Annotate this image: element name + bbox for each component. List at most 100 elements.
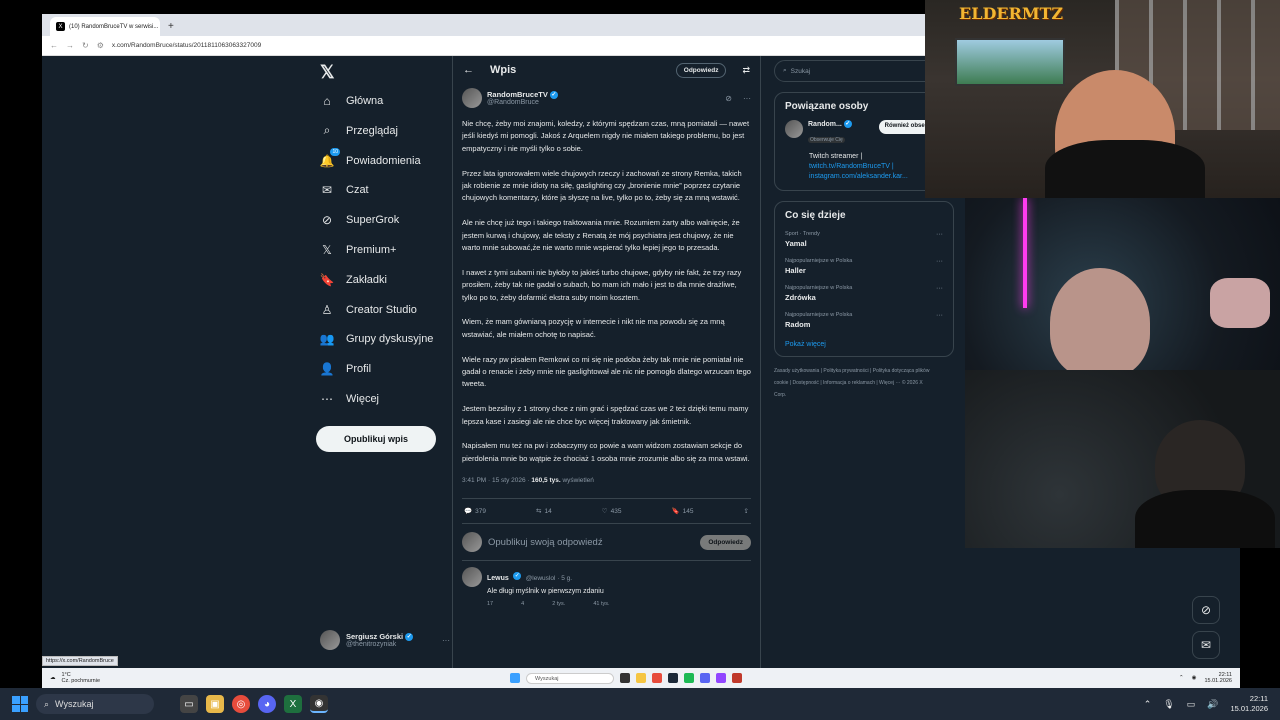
related-title: Powiązane osoby bbox=[785, 101, 869, 112]
nav-item-0[interactable]: ⌂ Główna bbox=[320, 94, 383, 108]
reply-retweets[interactable]: 4 bbox=[521, 601, 524, 607]
trend-name: Yamal bbox=[785, 239, 807, 248]
twitch-link[interactable]: twitch.tv/RandomBruceTV | bbox=[809, 162, 943, 172]
nav-item-7[interactable]: ♙ Creator Studio bbox=[320, 303, 417, 317]
search-placeholder: Szukaj bbox=[790, 67, 811, 75]
retweet-action[interactable]: ⇆ 14 bbox=[536, 507, 552, 516]
tweet-time[interactable]: 3:41 PM · 15 sty 2026 · bbox=[462, 477, 530, 484]
chrome-icon[interactable] bbox=[652, 673, 662, 683]
obs-icon[interactable] bbox=[732, 673, 742, 683]
instagram-link[interactable]: instagram.com/aleksander.kar... bbox=[809, 172, 943, 182]
excel-icon[interactable]: X bbox=[284, 695, 302, 713]
reply-input[interactable]: Opublikuj swoją odpowiedź bbox=[488, 537, 694, 548]
more-dots-icon[interactable]: ··· bbox=[936, 258, 943, 265]
more-dots-icon[interactable]: ··· bbox=[936, 312, 943, 319]
avatar[interactable] bbox=[462, 567, 482, 588]
reply-submit-button[interactable]: Odpowiedz bbox=[700, 534, 751, 550]
avatar[interactable] bbox=[462, 88, 482, 108]
reload-icon[interactable]: ↻ bbox=[82, 41, 89, 50]
reply-author-handle[interactable]: @lewuslol · 5 g. bbox=[526, 575, 572, 582]
tray-chevron-icon[interactable]: ⌃ bbox=[1144, 699, 1152, 710]
tweet-paragraph: Wiem, że mam gównianą pozycję w internec… bbox=[462, 317, 725, 339]
reply-views[interactable]: 41 tys. bbox=[593, 601, 609, 607]
nav-item-5[interactable]: 𝕏 Premium+ bbox=[320, 243, 396, 257]
back-arrow-icon[interactable]: ← bbox=[463, 64, 474, 76]
twitch-icon[interactable] bbox=[716, 673, 726, 683]
reply-author-name[interactable]: Lewus bbox=[487, 575, 509, 582]
inner-clock-date[interactable]: 15.01.2026 bbox=[1204, 678, 1232, 684]
author-handle[interactable]: @RandomBruce bbox=[487, 99, 558, 106]
trend-item[interactable]: Najpopularniejsze w Polska Zdrówka ··· bbox=[785, 285, 943, 302]
chrome-icon[interactable]: ◎ bbox=[232, 695, 250, 713]
trend-item[interactable]: Najpopularniejsze w Polska Radom ··· bbox=[785, 312, 943, 329]
reply-likes[interactable]: 2 tys. bbox=[552, 601, 565, 607]
nav-item-10[interactable]: ⋯ Więcej bbox=[320, 392, 379, 406]
nav-item-1[interactable]: ⌕ Przeglądaj bbox=[320, 123, 398, 138]
reply-actions: 17 4 2 tys. 41 tys. bbox=[487, 601, 751, 607]
messages-float-button[interactable]: ✉ bbox=[1192, 631, 1220, 659]
related-person[interactable]: Random... ✓ Obserwuje Cię Również obserw… bbox=[785, 120, 943, 146]
taskbar-search[interactable]: ⌕ Wyszukaj bbox=[36, 694, 154, 714]
account-switcher[interactable]: Sergiusz Górski ✓ @thenitrozyniak ··· bbox=[320, 630, 450, 650]
volume-icon[interactable]: 🔊 bbox=[1207, 699, 1218, 710]
nav-item-2[interactable]: 🔔 10 Powiadomienia bbox=[320, 147, 421, 168]
more-dots-icon[interactable]: ··· bbox=[743, 94, 751, 103]
person-name[interactable]: Random... bbox=[808, 121, 842, 128]
nav-item-3[interactable]: ✉ Czat bbox=[320, 183, 369, 197]
microphone-icon[interactable]: 🎙 bbox=[1163, 699, 1174, 710]
footer-links[interactable]: Zasady użytkowania | Polityka prywatnośc… bbox=[774, 365, 954, 401]
more-dots-icon[interactable]: ··· bbox=[936, 231, 943, 238]
show-more-link[interactable]: Pokaż więcej bbox=[785, 341, 943, 348]
reply-action[interactable]: 💬 379 bbox=[464, 507, 486, 516]
site-info-icon[interactable]: ⚙ bbox=[97, 41, 104, 50]
filter-icon[interactable]: ⇄ bbox=[742, 65, 750, 76]
nav-item-4[interactable]: ⊘ SuperGrok bbox=[320, 213, 399, 227]
share-icon[interactable]: ⇪ bbox=[744, 507, 749, 515]
url-field[interactable]: x.com/RandomBruce/status/201181106306332… bbox=[112, 42, 261, 49]
taskview-icon[interactable]: ▭ bbox=[180, 695, 198, 713]
taskview-icon[interactable] bbox=[620, 673, 630, 683]
grok-icon[interactable]: ⊘ bbox=[725, 94, 732, 103]
back-icon[interactable]: ← bbox=[50, 41, 58, 50]
inner-search-input[interactable]: Wyszukaj bbox=[526, 672, 614, 684]
retweet-count: 14 bbox=[544, 507, 552, 515]
avatar bbox=[320, 630, 340, 650]
x-logo-icon[interactable]: 𝕏 bbox=[320, 62, 335, 83]
more-dots-icon[interactable]: ··· bbox=[936, 285, 943, 292]
grok-float-button[interactable]: ⊘ bbox=[1192, 596, 1220, 624]
forward-icon[interactable]: → bbox=[66, 41, 74, 50]
reply-top-button[interactable]: Odpowiedz bbox=[675, 62, 727, 78]
notification-badge: 10 bbox=[330, 147, 340, 156]
windows-start-icon[interactable] bbox=[12, 696, 28, 712]
discord-icon[interactable] bbox=[700, 673, 710, 683]
wifi-icon[interactable]: ◉ bbox=[1192, 675, 1197, 681]
reply-replies[interactable]: 17 bbox=[487, 601, 493, 607]
clock[interactable]: 22:11 15.01.2026 bbox=[1230, 694, 1268, 714]
post-button[interactable]: Opublikuj wpis bbox=[316, 426, 436, 452]
bookmark-action[interactable]: 🔖 145 bbox=[672, 507, 694, 516]
obs-icon[interactable]: ◉ bbox=[310, 695, 328, 713]
steam-icon[interactable] bbox=[668, 673, 678, 683]
reply-tweet[interactable]: Lewus ✓ @lewuslol · 5 g. Ale długi myśln… bbox=[462, 561, 751, 613]
more-dots-icon[interactable]: ··· bbox=[442, 636, 450, 645]
nav-item-label: Profil bbox=[346, 363, 372, 376]
trend-item[interactable]: Najpopularniejsze w Polska Haller ··· bbox=[785, 258, 943, 275]
nav-item-9[interactable]: 👤 Profil bbox=[320, 362, 372, 376]
new-tab-icon[interactable]: + bbox=[168, 21, 174, 32]
nav-item-6[interactable]: 🔖 Zakładki bbox=[320, 273, 387, 287]
weather-widget[interactable]: ☁ 1°C Cz. pochmurnie bbox=[50, 672, 100, 684]
explorer-icon[interactable]: ▣ bbox=[206, 695, 224, 713]
like-action[interactable]: ♡ 435 bbox=[602, 507, 622, 516]
author-name[interactable]: RandomBruceTV bbox=[487, 90, 548, 99]
spotify-icon[interactable] bbox=[684, 673, 694, 683]
avatar[interactable] bbox=[785, 120, 803, 138]
discord-icon[interactable]: ◕ bbox=[258, 695, 276, 713]
display-icon[interactable]: ▭ bbox=[1187, 699, 1196, 710]
start-icon[interactable] bbox=[510, 673, 520, 683]
browser-tab[interactable]: X (10) RandomBruceTV w serwisi... ✕ bbox=[50, 17, 160, 36]
trend-item[interactable]: Sport · Trendy Yamal ··· bbox=[785, 231, 943, 248]
tray-chevron-icon[interactable]: ⌃ bbox=[1179, 675, 1184, 681]
folder-icon[interactable] bbox=[636, 673, 646, 683]
view-count: 160,5 tys. bbox=[531, 477, 561, 485]
nav-item-8[interactable]: 👥 Grupy dyskusyjne bbox=[320, 332, 434, 346]
